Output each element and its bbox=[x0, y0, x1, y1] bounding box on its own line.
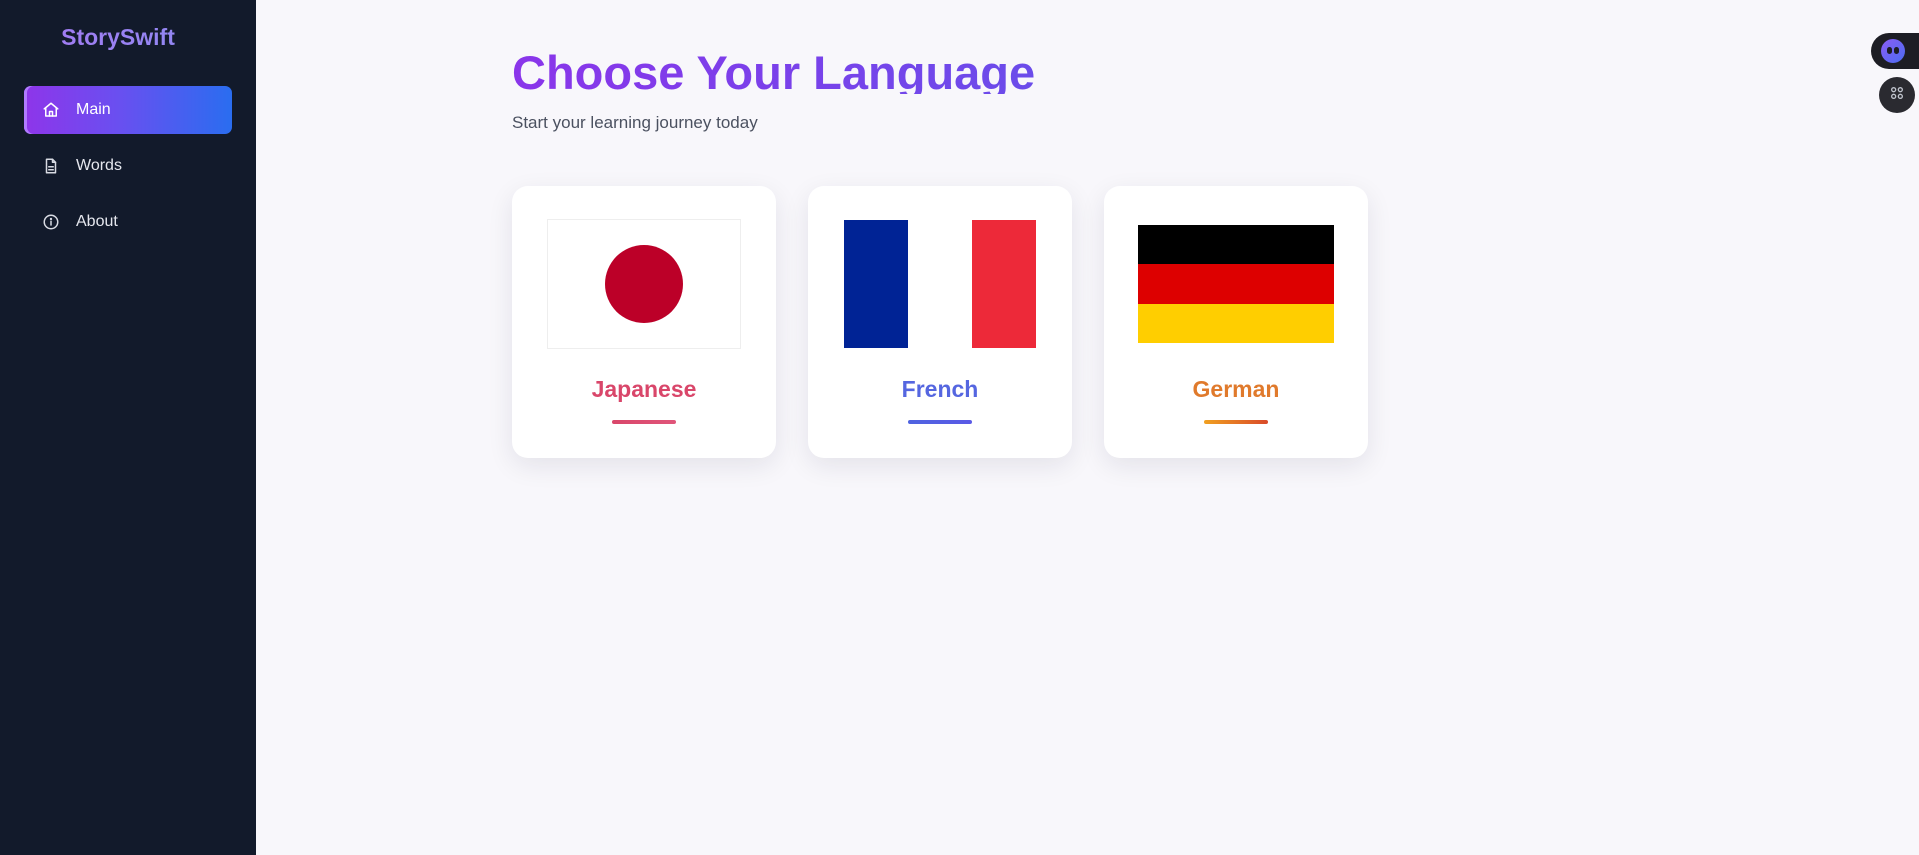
sidebar-item-label: Words bbox=[76, 157, 122, 174]
japan-flag bbox=[548, 220, 740, 348]
assistant-bot-icon bbox=[1881, 39, 1905, 63]
sidebar-item-words[interactable]: Words bbox=[24, 142, 232, 190]
sidebar-item-label: Main bbox=[76, 101, 111, 118]
sidebar-item-about[interactable]: About bbox=[24, 198, 232, 246]
language-card-japanese[interactable]: Japanese bbox=[512, 186, 776, 458]
brand-logo[interactable]: StorySwift bbox=[0, 24, 236, 51]
sidebar-nav: Main Words About bbox=[24, 86, 232, 254]
info-icon bbox=[42, 213, 60, 231]
flag-stripe-white bbox=[908, 220, 972, 348]
germany-flag bbox=[1138, 225, 1334, 343]
france-flag bbox=[844, 220, 1036, 348]
page-title: Choose Your Language bbox=[512, 42, 1035, 94]
sidebar-item-main[interactable]: Main bbox=[24, 86, 232, 134]
flag-sun-disc bbox=[605, 245, 683, 323]
page-subtitle: Start your learning journey today bbox=[512, 113, 758, 132]
sidebar: StorySwift Main Words About bbox=[0, 0, 256, 855]
language-underline bbox=[908, 420, 972, 424]
assistant-button[interactable] bbox=[1871, 33, 1919, 69]
home-icon bbox=[42, 101, 60, 119]
flag-stripe-black bbox=[1138, 225, 1334, 265]
language-name: German bbox=[1192, 376, 1280, 402]
sidebar-item-label: About bbox=[76, 213, 118, 230]
language-name: Japanese bbox=[591, 376, 697, 402]
command-menu-button[interactable] bbox=[1879, 77, 1915, 113]
language-name: French bbox=[901, 376, 979, 402]
document-icon bbox=[42, 157, 60, 175]
flag-stripe-red bbox=[972, 220, 1036, 348]
flag-stripe-red bbox=[1138, 264, 1334, 304]
flag-stripe-blue bbox=[844, 220, 908, 348]
language-underline bbox=[612, 420, 676, 424]
language-card-german[interactable]: German bbox=[1104, 186, 1368, 458]
command-grid-icon bbox=[1889, 85, 1905, 106]
language-card-french[interactable]: French bbox=[808, 186, 1072, 458]
main-content: Choose Your Language Start your learning… bbox=[256, 0, 1919, 855]
language-underline bbox=[1204, 420, 1268, 424]
flag-stripe-gold bbox=[1138, 303, 1334, 343]
